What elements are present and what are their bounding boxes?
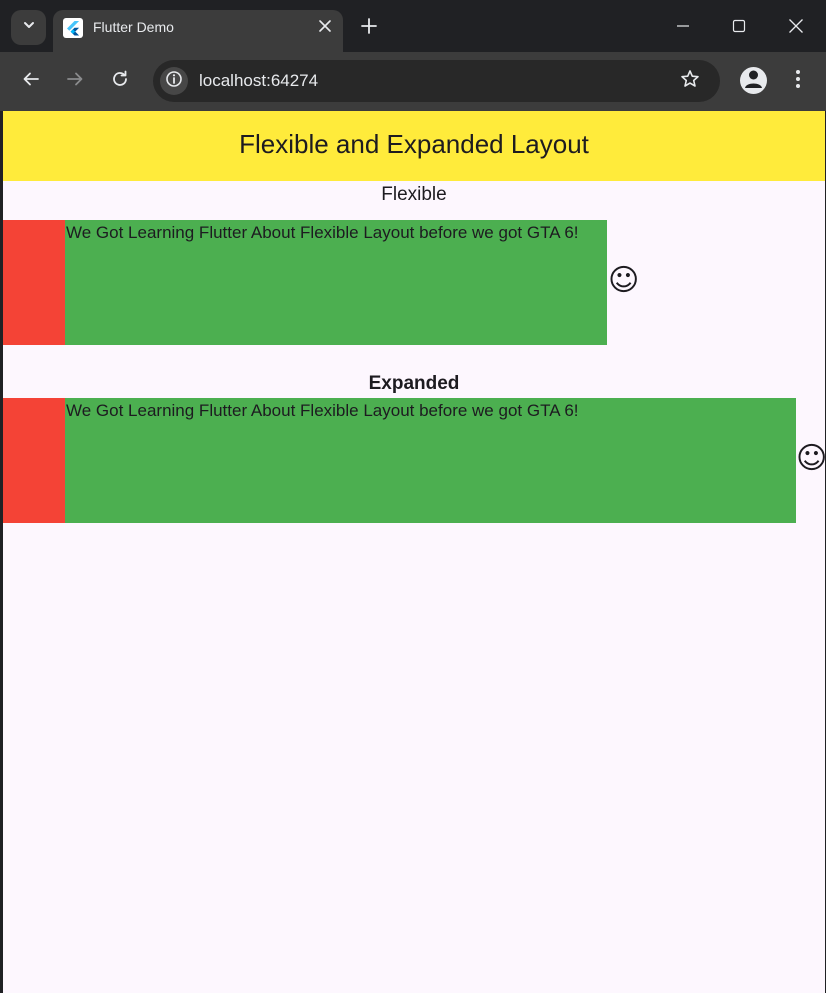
back-button[interactable] xyxy=(15,65,47,97)
arrow-right-icon xyxy=(66,70,84,93)
star-icon xyxy=(680,69,700,94)
more-vert-icon xyxy=(795,69,801,94)
site-info-button[interactable] xyxy=(160,67,188,95)
close-icon xyxy=(788,18,804,39)
smiley-icon: ☺ xyxy=(608,263,640,298)
browser-toolbar: localhost:64274 xyxy=(0,52,826,111)
reload-button[interactable] xyxy=(104,65,136,97)
address-bar[interactable]: localhost:64274 xyxy=(153,60,720,102)
tab-strip: Flutter Demo xyxy=(0,0,826,52)
minimize-icon xyxy=(676,19,690,38)
profile-button[interactable] xyxy=(740,67,767,94)
forward-button[interactable] xyxy=(59,65,91,97)
tab-close-button[interactable] xyxy=(315,18,335,38)
maximize-icon xyxy=(732,19,746,38)
tab-flutter-demo[interactable]: Flutter Demo xyxy=(53,10,343,52)
reload-icon xyxy=(111,70,129,93)
expanded-label: Expanded xyxy=(368,373,460,394)
arrow-left-icon xyxy=(22,70,40,93)
close-icon xyxy=(319,19,331,37)
chevron-down-icon xyxy=(22,18,36,37)
smiley-icon: ☺ xyxy=(796,441,825,476)
browser-menu-button[interactable] xyxy=(785,65,811,97)
expanded-text: We Got Learning Flutter About Flexible L… xyxy=(66,401,579,420)
expanded-green-box: We Got Learning Flutter About Flexible L… xyxy=(65,398,796,523)
app-bar-title: Flexible and Expanded Layout xyxy=(239,129,589,159)
new-tab-button[interactable] xyxy=(355,14,383,42)
flutter-icon xyxy=(63,18,83,38)
tab-search-button[interactable] xyxy=(11,10,46,45)
maximize-button[interactable] xyxy=(721,10,757,46)
window-close-button[interactable] xyxy=(778,10,814,46)
plus-icon xyxy=(361,17,377,39)
flexible-green-box: We Got Learning Flutter About Flexible L… xyxy=(65,220,607,345)
red-box xyxy=(3,220,65,345)
flexible-label: Flexible xyxy=(381,184,447,205)
url-text[interactable]: localhost:64274 xyxy=(199,71,318,91)
browser-window: Flutter Demo localhost:64274 Flexible an… xyxy=(0,0,826,993)
app-bar: Flexible and Expanded Layout xyxy=(3,111,825,181)
info-icon xyxy=(165,70,183,93)
minimize-button[interactable] xyxy=(665,10,701,46)
person-icon xyxy=(740,67,767,94)
flexible-row: We Got Learning Flutter About Flexible L… xyxy=(3,220,643,345)
expanded-row: We Got Learning Flutter About Flexible L… xyxy=(3,398,825,523)
page-viewport: Flexible and Expanded Layout Flexible We… xyxy=(3,111,825,993)
bookmark-button[interactable] xyxy=(677,68,703,94)
flexible-text: We Got Learning Flutter About Flexible L… xyxy=(66,223,579,242)
red-box xyxy=(3,398,65,523)
tab-title: Flutter Demo xyxy=(93,19,174,35)
